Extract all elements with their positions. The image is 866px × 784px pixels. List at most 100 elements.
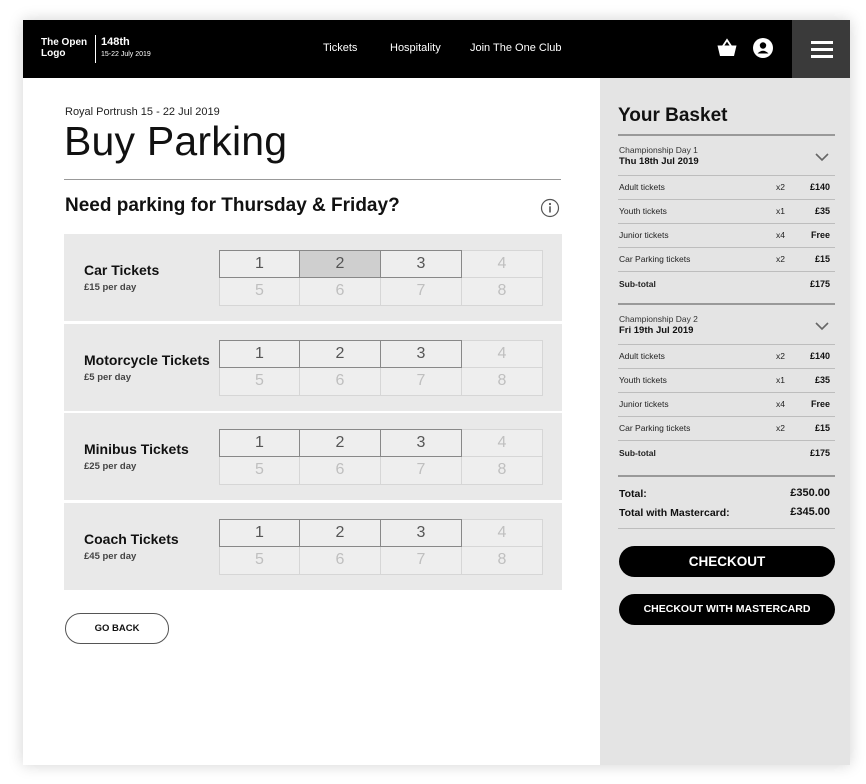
divider	[618, 247, 835, 248]
quantity-option-8: 8	[462, 457, 543, 485]
ticket-price: £25 per day	[84, 461, 137, 472]
ticket-price: £45 per day	[84, 551, 137, 562]
logo-divider	[95, 35, 96, 63]
total-mastercard-label: Total with Mastercard:	[619, 507, 730, 519]
ticket-row: Motorcycle Tickets £5 per day 1 2 3 4 5 6 7 8	[64, 324, 562, 411]
nav-hospitality[interactable]: Hospitality	[390, 42, 441, 54]
quantity-option-2[interactable]: 2	[300, 340, 381, 368]
site-header: The Open Logo 148th 15-22 July 2019 Tick…	[23, 20, 850, 78]
divider	[618, 440, 835, 441]
menu-button[interactable]	[792, 20, 850, 78]
divider	[618, 223, 835, 224]
line-item-name: Car Parking tickets	[619, 423, 691, 433]
line-item-name: Car Parking tickets	[619, 254, 691, 264]
divider	[618, 368, 835, 369]
parking-question: Need parking for Thursday & Friday?	[65, 195, 400, 216]
line-item-qty: x4	[776, 230, 785, 240]
line-item-name: Junior tickets	[619, 230, 669, 240]
subtotal-amount: £175	[809, 279, 830, 289]
quantity-option-4: 4	[462, 429, 543, 457]
quantity-selector: 1234 5678	[219, 340, 543, 396]
line-item-amount: £35	[814, 206, 830, 216]
divider	[618, 392, 835, 393]
quantity-option-6: 6	[300, 547, 381, 575]
quantity-option-1[interactable]: 1	[219, 429, 300, 457]
menu-icon-bar	[811, 48, 833, 51]
quantity-option-1[interactable]: 1	[219, 250, 300, 278]
chevron-down-icon[interactable]	[814, 321, 830, 331]
line-item-amount: £15	[814, 423, 830, 433]
checkout-mastercard-button[interactable]: CHECKOUT WITH MASTERCARD	[619, 594, 835, 625]
quantity-option-2[interactable]: 2	[300, 250, 381, 278]
quantity-option-3[interactable]: 3	[381, 519, 462, 547]
divider	[618, 134, 835, 136]
ticket-row: Minibus Tickets £25 per day 1 2 3 4 5 6 7 8	[64, 413, 562, 500]
basket-title: Your Basket	[618, 105, 728, 126]
day-label: Championship Day 1	[619, 145, 698, 155]
page-title: Buy Parking	[64, 118, 288, 164]
divider	[618, 528, 835, 529]
quantity-option-5: 5	[219, 547, 300, 575]
divider	[618, 271, 835, 272]
ticket-row: Coach Tickets £45 per day 1 2 3 4 5 6 7 8	[64, 503, 562, 590]
quantity-option-7: 7	[381, 547, 462, 575]
line-item-amount: £15	[814, 254, 830, 264]
quantity-selector: 1234 5678	[219, 519, 543, 575]
basket-panel: Your Basket Championship Day 1 Thu 18th J…	[600, 78, 850, 765]
venue-subtitle: Royal Portrush 15 - 22 Jul 2019	[65, 106, 220, 118]
quantity-option-3[interactable]: 3	[381, 340, 462, 368]
line-item-amount: Free	[810, 399, 830, 409]
account-icon[interactable]	[752, 37, 774, 59]
line-item-name: Junior tickets	[619, 399, 669, 409]
subtotal-amount: £175	[809, 448, 830, 458]
basket-icon[interactable]	[716, 37, 738, 59]
ticket-name: Motorcycle Tickets	[84, 352, 210, 368]
ticket-price: £15 per day	[84, 282, 137, 293]
nav-join-the-one-club[interactable]: Join The One Club	[470, 42, 562, 54]
quantity-selector: 1234 5678	[219, 250, 543, 306]
quantity-option-7: 7	[381, 278, 462, 306]
subtotal-label: Sub-total	[619, 279, 656, 289]
day-date: Fri 19th Jul 2019	[619, 325, 694, 336]
line-item-qty: x4	[776, 399, 785, 409]
ticket-name: Minibus Tickets	[84, 441, 189, 457]
checkout-button[interactable]: CHECKOUT	[619, 546, 835, 577]
quantity-option-4: 4	[462, 519, 543, 547]
quantity-option-8: 8	[462, 278, 543, 306]
logo-line-1: The Open	[41, 37, 88, 48]
quantity-option-7: 7	[381, 457, 462, 485]
total-mastercard-amount: £345.00	[790, 506, 830, 518]
quantity-option-2[interactable]: 2	[300, 429, 381, 457]
logo-line-2: Logo	[41, 48, 66, 59]
quantity-option-3[interactable]: 3	[381, 250, 462, 278]
divider	[618, 475, 835, 477]
line-item-qty: x1	[776, 375, 785, 385]
logo[interactable]: The Open Logo	[41, 37, 91, 59]
go-back-button[interactable]: GO BACK	[65, 613, 169, 644]
divider	[64, 179, 561, 180]
chevron-down-icon[interactable]	[814, 152, 830, 162]
quantity-option-4: 4	[462, 340, 543, 368]
quantity-option-1[interactable]: 1	[219, 340, 300, 368]
nav-tickets[interactable]: Tickets	[323, 42, 357, 54]
quantity-option-5: 5	[219, 278, 300, 306]
quantity-option-7: 7	[381, 368, 462, 396]
event-number: 148th	[101, 36, 130, 48]
quantity-option-6: 6	[300, 457, 381, 485]
quantity-option-8: 8	[462, 368, 543, 396]
quantity-option-1[interactable]: 1	[219, 519, 300, 547]
quantity-option-3[interactable]: 3	[381, 429, 462, 457]
total-label: Total:	[619, 488, 647, 500]
quantity-option-6: 6	[300, 278, 381, 306]
subtotal-label: Sub-total	[619, 448, 656, 458]
line-item-amount: £140	[809, 351, 830, 361]
quantity-selector: 1234 5678	[219, 429, 543, 485]
quantity-option-8: 8	[462, 547, 543, 575]
event-dates: 15-22 July 2019	[101, 51, 151, 58]
quantity-option-5: 5	[219, 368, 300, 396]
line-item-amount: £140	[809, 182, 830, 192]
line-item-name: Youth tickets	[619, 375, 667, 385]
quantity-option-2[interactable]: 2	[300, 519, 381, 547]
line-item-qty: x1	[776, 206, 785, 216]
info-icon[interactable]	[540, 198, 560, 218]
